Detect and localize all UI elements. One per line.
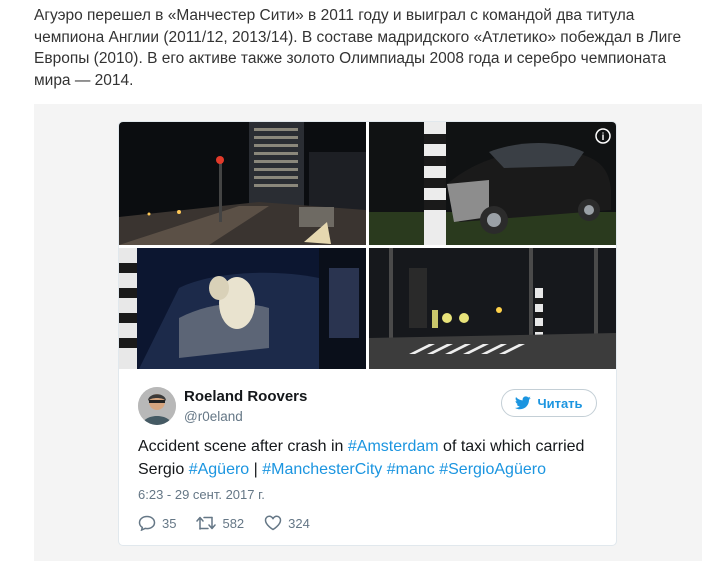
- like-count: 324: [288, 515, 310, 531]
- tweet-text: Accident scene after crash in #Amsterdam…: [138, 435, 608, 481]
- retweet-count: 582: [222, 515, 245, 531]
- tweet-photo-3[interactable]: [119, 248, 366, 369]
- author-display-name[interactable]: Roeland Roovers: [184, 388, 307, 405]
- heart-icon: [264, 515, 282, 531]
- reply-count: 35: [162, 515, 177, 531]
- hashtag-manc-link[interactable]: #manc: [387, 461, 435, 478]
- tweet-photo-2[interactable]: i: [369, 122, 616, 245]
- hashtag-aguero-link[interactable]: #Agüero: [189, 461, 250, 478]
- hashtag-amsterdam-link[interactable]: #Amsterdam: [348, 438, 439, 455]
- reply-action[interactable]: 35: [138, 515, 176, 531]
- like-action[interactable]: 324: [264, 515, 310, 531]
- retweet-icon: [196, 516, 217, 530]
- tweet-card[interactable]: i Roeland Roovers @r0eland Читать Accide…: [118, 121, 617, 546]
- reply-icon: [138, 515, 156, 531]
- tweet-text-part: |: [249, 461, 263, 478]
- tweet-timestamp[interactable]: 6:23 - 29 сент. 2017 г.: [138, 487, 265, 502]
- author-handle[interactable]: @r0eland: [184, 409, 243, 424]
- tweet-media-grid: i: [119, 122, 616, 369]
- retweet-action[interactable]: 582: [196, 515, 244, 531]
- tweet-photo-4[interactable]: [369, 248, 616, 369]
- tweet-photo-1[interactable]: [119, 122, 366, 245]
- follow-button-label: Читать: [537, 395, 583, 411]
- info-icon[interactable]: i: [602, 132, 605, 143]
- twitter-bird-icon: [515, 396, 532, 410]
- hashtag-manchestercity-link[interactable]: #ManchesterCity: [262, 461, 382, 478]
- article-paragraph: Агуэро перешел в «Манчестер Сити» в 2011…: [34, 7, 682, 89]
- follow-button[interactable]: Читать: [501, 389, 597, 417]
- hashtag-sergioaguero-link[interactable]: #SergioAgüero: [439, 461, 546, 478]
- tweet-text-part: Accident scene after crash in: [138, 438, 348, 455]
- avatar[interactable]: [138, 387, 176, 425]
- tweet-actions: 35 582 324: [138, 514, 330, 532]
